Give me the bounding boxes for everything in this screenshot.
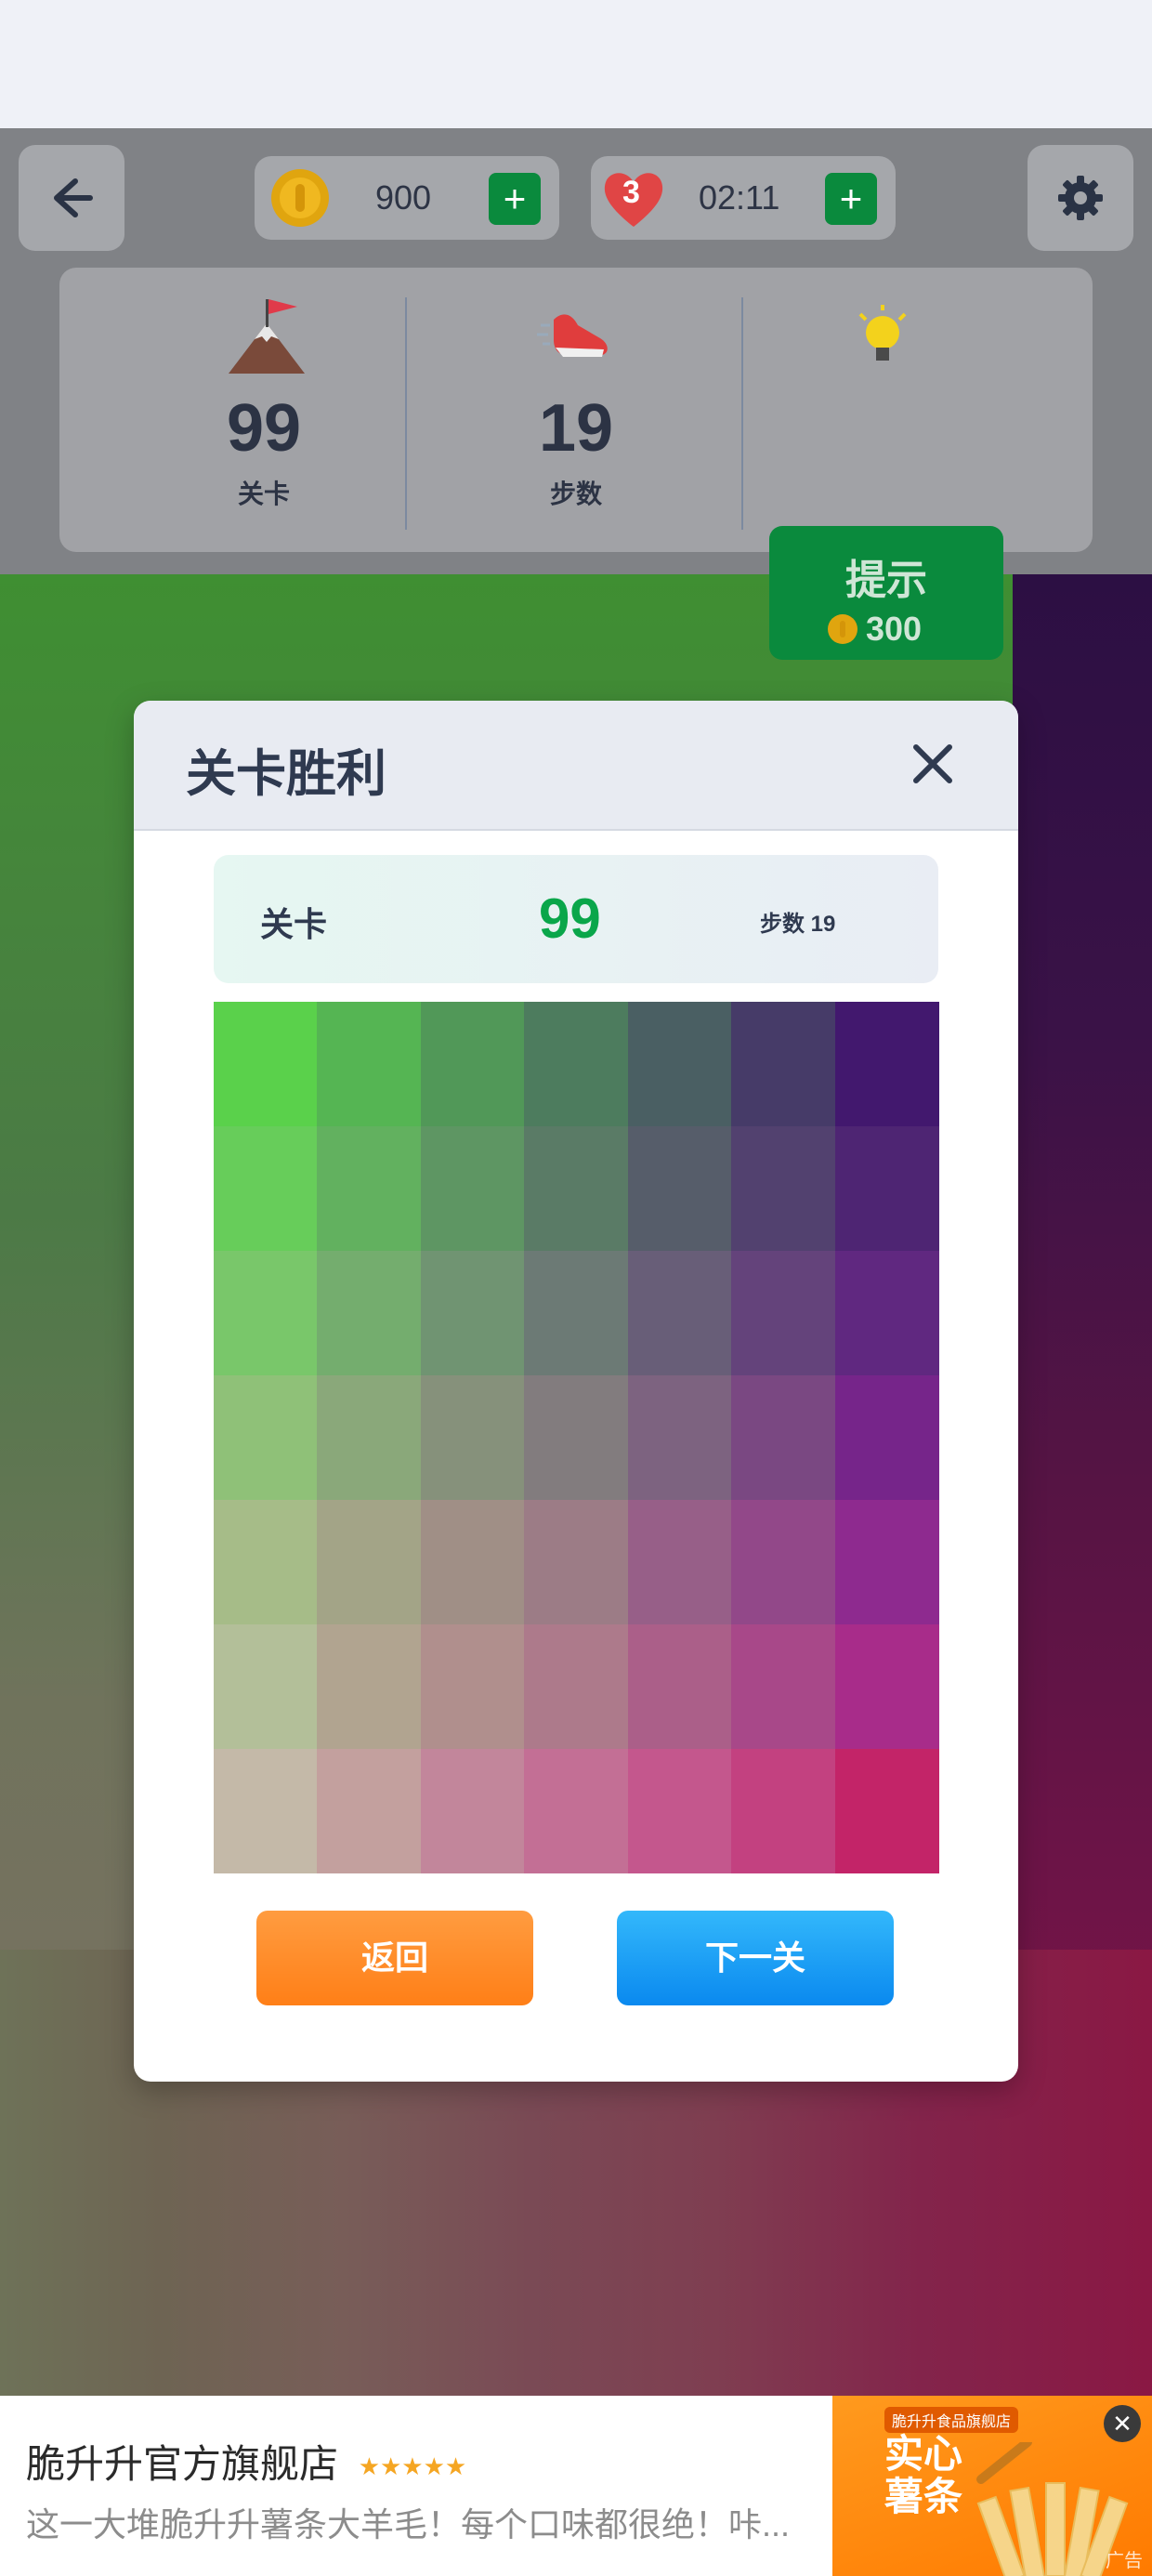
grid-cell <box>524 1624 629 1749</box>
grid-cell <box>627 1500 732 1624</box>
ad-title[interactable]: 脆升升官方旗舰店 ★★★★★ <box>26 2433 466 2490</box>
shoe-icon <box>537 314 608 357</box>
summary-level-label: 关卡 <box>260 905 328 943</box>
ad-title-text: 脆升升官方旗舰店 <box>26 2442 339 2486</box>
grid-cell <box>420 1624 525 1749</box>
dialog-title: 关卡胜利 <box>186 746 386 802</box>
game-area: 900 + 3 02:11 + 99 关卡 19 步数 提示 300 关卡胜利 … <box>0 128 1152 2396</box>
lives-counter: 3 02:11 + <box>591 156 896 240</box>
steps-value: 19 <box>538 391 614 466</box>
ad-image[interactable]: 脆升升食品旗舰店 实心薯条 ✕ 广告 <box>832 2396 1152 2576</box>
grid-cell <box>317 1749 422 1873</box>
result-summary: 关卡 99 步数 19 <box>214 855 938 983</box>
grid-cell <box>524 1749 629 1873</box>
grid-cell <box>834 1500 939 1624</box>
grid-cell <box>317 1251 422 1375</box>
mountain-flag-icon <box>229 299 305 374</box>
grid-cell <box>214 1251 318 1375</box>
grid-cell <box>731 1749 836 1873</box>
close-icon[interactable] <box>907 738 959 790</box>
dialog-header: 关卡胜利 <box>134 701 1018 831</box>
add-coins-button[interactable]: + <box>489 173 541 225</box>
next-level-button[interactable]: 下一关 <box>617 1911 894 2005</box>
grid-cell <box>834 1126 939 1251</box>
grid-cell <box>627 1749 732 1873</box>
grid-cell <box>627 1126 732 1251</box>
hint-cost: 300 <box>866 610 923 648</box>
grid-cell <box>834 1251 939 1375</box>
settings-button[interactable] <box>1028 145 1133 251</box>
ad-label: 广告 <box>1106 2551 1143 2571</box>
grid-cell <box>420 1126 525 1251</box>
victory-dialog: 关卡胜利 关卡 99 步数 19 返回 下一关 <box>134 701 1018 2082</box>
grid-cell <box>834 1624 939 1749</box>
grid-cell <box>214 1500 318 1624</box>
grid-cell <box>731 1624 836 1749</box>
grid-cell <box>214 1126 318 1251</box>
ad-description: 这一大堆脆升升薯条大羊毛！每个口味都很绝！咔... <box>26 2505 791 2543</box>
grid-cell <box>524 1002 629 1126</box>
grid-cell <box>627 1251 732 1375</box>
add-lives-button[interactable]: + <box>825 173 877 225</box>
summary-level-value: 99 <box>539 887 601 950</box>
grid-cell <box>627 1002 732 1126</box>
grid-cell <box>420 1749 525 1873</box>
lightbulb-icon <box>858 305 907 361</box>
lives-count: 3 <box>622 175 640 210</box>
game-header: 900 + 3 02:11 + 99 关卡 19 步数 提示 300 <box>0 128 1152 660</box>
grid-cell <box>214 1749 318 1873</box>
gear-icon <box>1058 176 1103 220</box>
back-arrow-icon <box>54 178 93 217</box>
grid-cell <box>524 1126 629 1251</box>
hint-button[interactable]: 提示 300 <box>769 526 1003 660</box>
coin-icon <box>828 614 857 644</box>
grid-cell <box>317 1375 422 1500</box>
grid-cell <box>731 1126 836 1251</box>
grid-cell <box>317 1002 422 1126</box>
grid-cell <box>214 1375 318 1500</box>
coins-value: 900 <box>375 178 432 217</box>
grid-cell <box>731 1375 836 1500</box>
ad-close-icon[interactable]: ✕ <box>1104 2405 1141 2442</box>
completed-color-grid <box>214 1002 939 1873</box>
grid-cell <box>317 1500 422 1624</box>
steps-label: 步数 <box>549 480 602 508</box>
grid-cell <box>317 1624 422 1749</box>
stats-panel: 99 关卡 19 步数 提示 300 <box>59 268 1093 660</box>
hint-label: 提示 <box>845 558 927 603</box>
grid-cell <box>834 1002 939 1126</box>
grid-cell <box>834 1375 939 1500</box>
grid-cell <box>627 1375 732 1500</box>
grid-cell <box>214 1624 318 1749</box>
grid-cell <box>834 1749 939 1873</box>
back-button[interactable] <box>19 145 124 251</box>
timer-value: 02:11 <box>699 178 780 217</box>
stats-divider <box>741 297 743 530</box>
grid-cell <box>524 1251 629 1375</box>
grid-cell <box>420 1375 525 1500</box>
level-value: 99 <box>226 391 302 466</box>
grid-cell <box>731 1251 836 1375</box>
stats-divider <box>405 297 407 530</box>
coins-counter: 900 + <box>255 156 559 240</box>
grid-cell <box>420 1500 525 1624</box>
coin-icon <box>271 169 329 227</box>
grid-cell <box>420 1002 525 1126</box>
status-bar-area <box>0 0 1152 128</box>
rating-stars-icon: ★★★★★ <box>358 2452 467 2481</box>
grid-cell <box>524 1500 629 1624</box>
grid-cell <box>317 1126 422 1251</box>
grid-cell <box>731 1500 836 1624</box>
back-button[interactable]: 返回 <box>256 1911 533 2005</box>
summary-steps: 步数 19 <box>760 912 836 937</box>
grid-cell <box>731 1002 836 1126</box>
level-label: 关卡 <box>237 480 290 508</box>
grid-cell <box>627 1624 732 1749</box>
ad-badge: 脆升升食品旗舰店 <box>884 2407 1019 2433</box>
grid-cell <box>420 1251 525 1375</box>
ad-banner[interactable]: 脆升升官方旗舰店 ★★★★★ 这一大堆脆升升薯条大羊毛！每个口味都很绝！咔...… <box>0 2396 1152 2576</box>
grid-cell <box>214 1002 318 1126</box>
grid-cell <box>524 1375 629 1500</box>
